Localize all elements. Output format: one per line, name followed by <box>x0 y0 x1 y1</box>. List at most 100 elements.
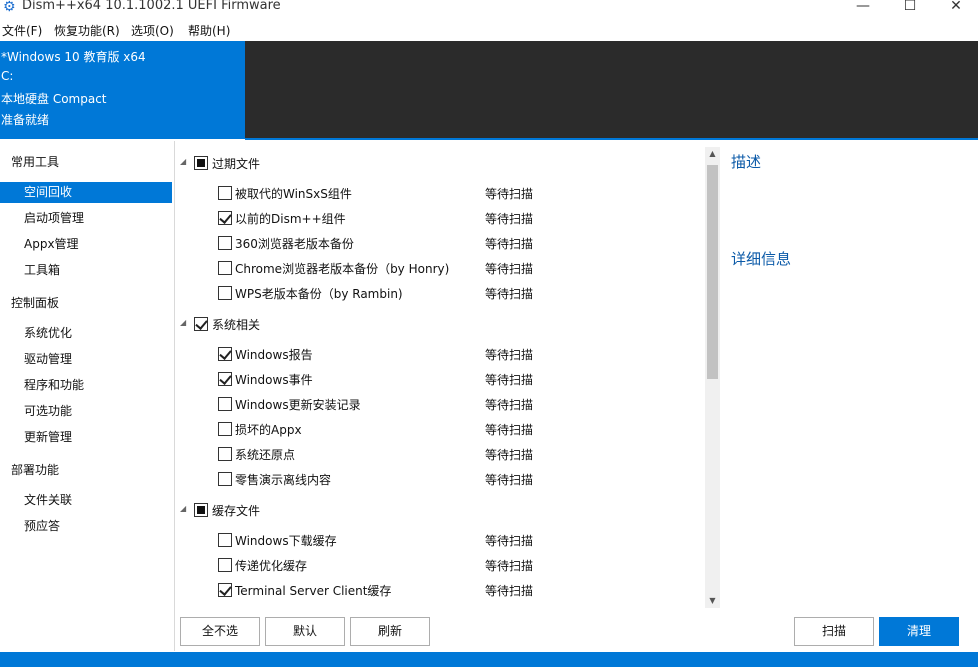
collapse-triangle-icon[interactable]: ◢ <box>180 504 186 513</box>
item-status: 等待扫描 <box>485 584 534 598</box>
item-checkbox[interactable] <box>218 286 232 300</box>
nav-item-system-optimize[interactable]: 系统优化 <box>0 323 172 344</box>
default-button[interactable]: 默认 <box>265 617 345 646</box>
list-item[interactable]: Terminal Server Client缓存 等待扫描 <box>176 578 696 600</box>
os-name: *Windows 10 教育版 x64 <box>1 50 146 64</box>
collapse-triangle-icon[interactable]: ◢ <box>180 318 186 327</box>
item-checkbox[interactable] <box>218 261 232 275</box>
clean-button[interactable]: 清理 <box>879 617 959 646</box>
nav-group-common-tools: 常用工具 <box>11 155 60 169</box>
group-label: 过期文件 <box>212 157 261 171</box>
scan-button[interactable]: 扫描 <box>794 617 874 646</box>
item-status: 等待扫描 <box>485 559 534 573</box>
nav-item-space-cleanup[interactable]: 空间回收 <box>0 182 172 203</box>
maximize-button[interactable]: ☐ <box>887 0 933 16</box>
item-checkbox[interactable] <box>218 472 232 486</box>
list-item[interactable]: 被取代的WinSxS组件 等待扫描 <box>176 181 696 203</box>
item-checkbox[interactable] <box>218 533 232 547</box>
details-heading: 详细信息 <box>731 250 792 268</box>
item-status: 等待扫描 <box>485 398 534 412</box>
item-label: Terminal Server Client缓存 <box>235 584 392 598</box>
item-checkbox[interactable] <box>218 422 232 436</box>
item-checkbox[interactable] <box>218 397 232 411</box>
description-heading: 描述 <box>731 153 762 171</box>
scroll-down-arrow-icon[interactable]: ▼ <box>705 594 720 608</box>
nav-group-deployment: 部署功能 <box>11 463 60 477</box>
list-item[interactable]: 损坏的Appx 等待扫描 <box>176 417 696 439</box>
list-item[interactable]: Windows报告 等待扫描 <box>176 342 696 364</box>
image-info-panel[interactable]: *Windows 10 教育版 x64 C: 本地硬盘 Compact 准备就绪 <box>0 41 245 139</box>
menu-help[interactable]: 帮助(H) <box>188 22 230 39</box>
item-status: 等待扫描 <box>485 348 534 362</box>
scroll-up-arrow-icon[interactable]: ▲ <box>705 147 720 161</box>
nav-item-toolbox[interactable]: 工具箱 <box>0 260 172 281</box>
item-label: 被取代的WinSxS组件 <box>235 187 352 201</box>
item-status: 等待扫描 <box>485 473 534 487</box>
menu-restore[interactable]: 恢复功能(R) <box>54 22 120 39</box>
cleanup-list[interactable]: ◢ 过期文件 被取代的WinSxS组件 等待扫描 以前的Dism++组件 等待扫… <box>176 141 704 611</box>
list-item[interactable]: 零售演示离线内容 等待扫描 <box>176 467 696 489</box>
item-status: 等待扫描 <box>485 534 534 548</box>
list-item[interactable]: 系统还原点 等待扫描 <box>176 442 696 464</box>
item-label: 损坏的Appx <box>235 423 302 437</box>
item-checkbox[interactable] <box>218 447 232 461</box>
item-label: 传递优化缓存 <box>235 559 308 573</box>
refresh-button[interactable]: 刷新 <box>350 617 430 646</box>
list-item[interactable]: Windows更新安装记录 等待扫描 <box>176 392 696 414</box>
item-checkbox[interactable] <box>218 558 232 572</box>
group-label: 缓存文件 <box>212 504 261 518</box>
nav-item-startup-manager[interactable]: 启动项管理 <box>0 208 172 229</box>
item-checkbox[interactable] <box>218 236 232 250</box>
item-checkbox[interactable] <box>218 583 232 597</box>
list-item[interactable]: Windows事件 等待扫描 <box>176 367 696 389</box>
close-button[interactable]: ✕ <box>933 0 978 16</box>
item-checkbox[interactable] <box>218 372 232 386</box>
nav-item-programs-features[interactable]: 程序和功能 <box>0 375 172 396</box>
group-expired-files[interactable]: ◢ 过期文件 <box>176 152 696 174</box>
item-label: Windows报告 <box>235 348 313 362</box>
list-item[interactable]: 以前的Dism++组件 等待扫描 <box>176 206 696 228</box>
item-checkbox[interactable] <box>218 211 232 225</box>
nav-item-optional-features[interactable]: 可选功能 <box>0 401 172 422</box>
group-cache-files[interactable]: ◢ 缓存文件 <box>176 499 696 521</box>
item-status: 等待扫描 <box>485 448 534 462</box>
list-item[interactable]: 传递优化缓存 等待扫描 <box>176 553 696 575</box>
nav-item-update-manager[interactable]: 更新管理 <box>0 427 172 448</box>
item-checkbox[interactable] <box>218 186 232 200</box>
item-label: 360浏览器老版本备份 <box>235 237 354 251</box>
item-status: 等待扫描 <box>485 287 534 301</box>
item-status: 等待扫描 <box>485 237 534 251</box>
select-none-button[interactable]: 全不选 <box>180 617 260 646</box>
status-bar <box>0 652 978 667</box>
list-item[interactable]: WPS老版本备份（by Rambin) 等待扫描 <box>176 281 696 303</box>
item-status: 等待扫描 <box>485 187 534 201</box>
item-checkbox[interactable] <box>218 347 232 361</box>
item-status: 等待扫描 <box>485 212 534 226</box>
nav-group-control-panel: 控制面板 <box>11 296 60 310</box>
scroll-thumb[interactable] <box>707 165 718 379</box>
list-scrollbar[interactable]: ▲ ▼ <box>705 147 720 608</box>
group-checkbox[interactable] <box>194 503 208 517</box>
list-item[interactable]: 360浏览器老版本备份 等待扫描 <box>176 231 696 253</box>
nav-item-unattend[interactable]: 预应答 <box>0 516 172 537</box>
gear-icon: ⚙ <box>3 0 16 15</box>
list-item[interactable]: Windows下载缓存 等待扫描 <box>176 528 696 550</box>
list-item[interactable]: Chrome浏览器老版本备份（by Honry) 等待扫描 <box>176 256 696 278</box>
menu-options[interactable]: 选项(O) <box>131 22 174 39</box>
item-label: Chrome浏览器老版本备份（by Honry) <box>235 262 450 276</box>
nav-item-driver-manager[interactable]: 驱动管理 <box>0 349 172 370</box>
minimize-button[interactable]: — <box>840 0 886 16</box>
nav-item-appx-manager[interactable]: Appx管理 <box>0 234 172 255</box>
group-checkbox[interactable] <box>194 156 208 170</box>
group-system-related[interactable]: ◢ 系统相关 <box>176 313 696 335</box>
title-bar: ⚙ Dism++x64 10.1.1002.1 UEFI Firmware — … <box>0 0 978 18</box>
group-checkbox[interactable] <box>194 317 208 331</box>
nav-item-file-association[interactable]: 文件关联 <box>0 490 172 511</box>
item-status: 等待扫描 <box>485 423 534 437</box>
item-label: Windows下载缓存 <box>235 534 337 548</box>
session-tabs-area <box>245 41 978 139</box>
collapse-triangle-icon[interactable]: ◢ <box>180 157 186 166</box>
item-status: 等待扫描 <box>485 373 534 387</box>
group-label: 系统相关 <box>212 318 261 332</box>
menu-file[interactable]: 文件(F) <box>2 22 42 39</box>
